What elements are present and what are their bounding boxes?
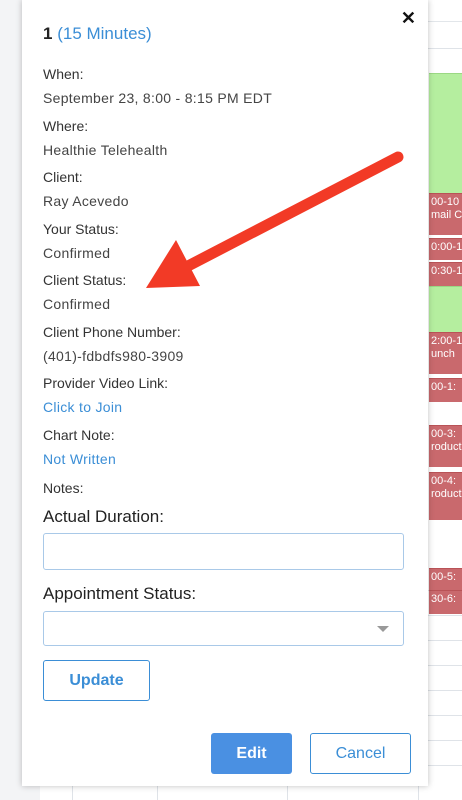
client-phone-value: (401)-fdbdfs980-3909 [43, 348, 184, 364]
calendar-event[interactable]: 00-5: [429, 568, 462, 590]
calendar-event[interactable]: 00-10 mail C [429, 193, 462, 235]
calendar-event-label: 0:00-1 [431, 241, 462, 253]
calendar-grid-line [428, 48, 462, 49]
appointment-status-label: Appointment Status: [43, 584, 197, 603]
when-value: September 23, 8:00 - 8:15 PM EDT [43, 90, 273, 106]
calendar-event-label: 00-5: [431, 571, 457, 583]
chart-note-label: Chart Note: [43, 427, 115, 443]
calendar-grid-line [428, 665, 462, 666]
chevron-down-icon [377, 626, 389, 632]
appointment-title: 1 (15 Minutes) [43, 24, 152, 44]
join-video-link[interactable]: Click to Join [43, 398, 122, 416]
calendar-event-label: 30-6: [431, 593, 457, 605]
appointment-status-select[interactable] [43, 611, 404, 646]
calendar-grid-line [428, 740, 462, 741]
where-label: Where: [43, 118, 89, 134]
client-value: Ray Acevedo [43, 193, 129, 209]
calendar-event[interactable]: 30-6: [429, 590, 462, 614]
calendar-event[interactable]: 0:30-1 [429, 262, 462, 286]
notes-label: Notes: [43, 480, 84, 496]
update-button[interactable]: Update [43, 660, 150, 701]
calendar-event[interactable] [429, 286, 462, 332]
calendar-event-sublabel: unch [431, 348, 455, 360]
calendar-grid-line [428, 715, 462, 716]
calendar-grid-line [428, 765, 462, 766]
client-status-value: Confirmed [43, 296, 111, 312]
calendar-event-label: 00-3: [431, 428, 457, 440]
client-label: Client: [43, 169, 83, 185]
actual-duration-input[interactable] [43, 533, 404, 570]
calendar-event[interactable]: 00-3: roduct [429, 425, 462, 467]
actual-duration-label: Actual Duration: [43, 507, 164, 526]
calendar-grid-line [428, 640, 462, 641]
where-value: Healthie Telehealth [43, 142, 168, 158]
when-label: When: [43, 66, 84, 82]
appointment-duration: (15 Minutes) [57, 24, 152, 43]
calendar-event-sublabel: roduct [431, 441, 462, 453]
calendar-event-label: 00-10 [431, 196, 460, 208]
calendar-event[interactable]: 2:00-1 unch [429, 332, 462, 374]
calendar-event-label: 2:00-1 [431, 335, 462, 347]
calendar-event[interactable]: 0:00-1 [429, 238, 462, 260]
calendar-event-sublabel: mail C [431, 209, 462, 221]
your-status-label: Your Status: [43, 221, 119, 237]
calendar-event[interactable]: 00-4: roduct [429, 472, 462, 520]
appointment-number: 1 [43, 24, 53, 43]
provider-video-label: Provider Video Link: [43, 375, 169, 391]
your-status-value: Confirmed [43, 245, 111, 261]
client-phone-label: Client Phone Number: [43, 324, 181, 340]
calendar-grid-line [428, 690, 462, 691]
edit-button[interactable]: Edit [211, 733, 292, 774]
cancel-button[interactable]: Cancel [310, 733, 411, 774]
client-status-label: Client Status: [43, 272, 127, 288]
calendar-event-label: 0:30-1 [431, 265, 462, 277]
close-icon[interactable]: ✕ [401, 8, 416, 29]
calendar-grid-line [428, 615, 462, 616]
calendar-event[interactable]: 00-1: [429, 378, 462, 402]
calendar-event-label: 00-1: [431, 381, 457, 393]
calendar-event[interactable] [429, 73, 462, 193]
calendar-event-label: 00-4: [431, 475, 457, 487]
calendar-event-sublabel: roduct [431, 488, 462, 500]
chart-note-link[interactable]: Not Written [43, 450, 116, 468]
appointment-details-modal: ✕ 1 (15 Minutes) When: September 23, 8:0… [22, 0, 428, 786]
